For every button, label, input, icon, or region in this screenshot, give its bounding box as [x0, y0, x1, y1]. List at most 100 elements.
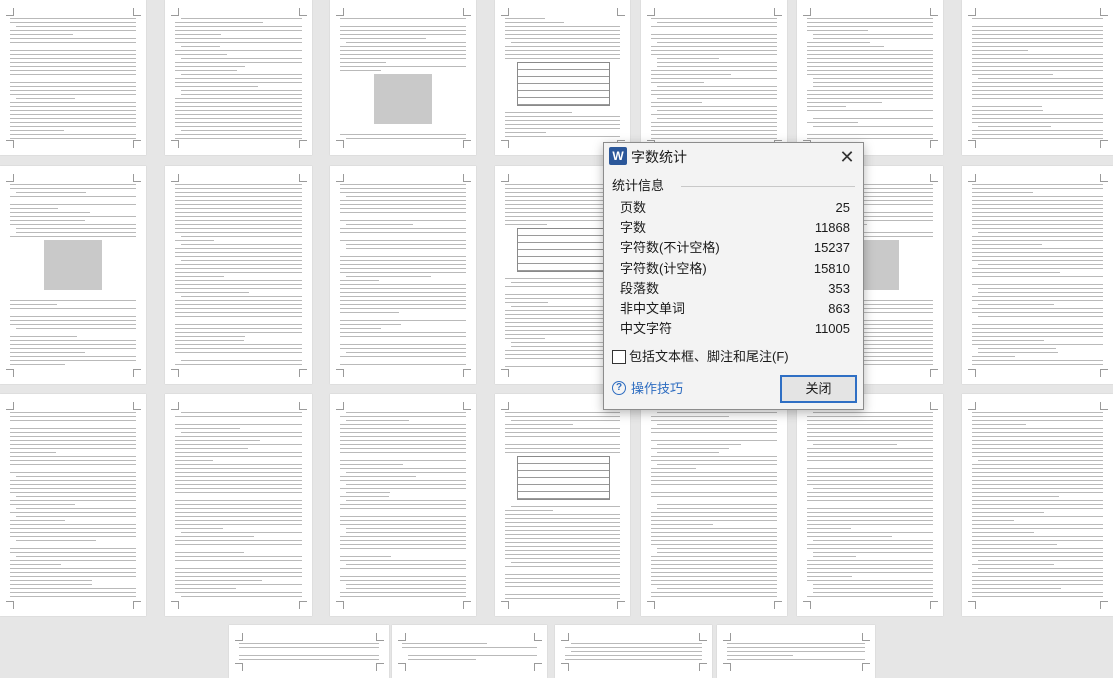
- close-button[interactable]: 关闭: [780, 375, 857, 403]
- crop-mark: [336, 369, 344, 377]
- text-line: [972, 248, 1103, 249]
- page-thumbnail[interactable]: [392, 625, 547, 678]
- text-line: [978, 348, 1056, 349]
- page-thumbnail[interactable]: [165, 166, 312, 384]
- text-line: [175, 460, 213, 461]
- page-thumbnail[interactable]: [495, 394, 630, 616]
- text-line: [807, 476, 933, 477]
- text-line: [651, 90, 777, 91]
- page-thumbnail[interactable]: [555, 625, 712, 678]
- text-line: [972, 464, 1103, 465]
- text-line: [978, 288, 1103, 289]
- page-thumbnail[interactable]: [0, 0, 146, 155]
- crop-mark: [463, 8, 471, 16]
- page-thumbnail[interactable]: [330, 394, 476, 616]
- page-thumbnail[interactable]: [229, 625, 389, 678]
- page-thumbnail[interactable]: [962, 0, 1113, 155]
- text-line: [972, 252, 1103, 253]
- text-line: [10, 188, 136, 189]
- text-line: [807, 110, 933, 111]
- tips-link[interactable]: ? 操作技巧: [612, 380, 683, 398]
- text-line: [340, 364, 466, 365]
- page-thumbnail[interactable]: [797, 0, 943, 155]
- text-line: [340, 280, 379, 281]
- page-thumbnail[interactable]: [641, 0, 787, 155]
- text-line: [10, 74, 136, 75]
- crop-mark: [398, 633, 406, 641]
- crop-mark: [968, 8, 976, 16]
- text-line: [175, 352, 302, 353]
- text-line: [340, 504, 466, 505]
- crop-mark: [336, 601, 344, 609]
- text-line: [175, 464, 302, 465]
- text-line: [10, 520, 65, 521]
- text-line: [807, 30, 868, 31]
- text-line: [807, 448, 933, 449]
- page-thumbnail[interactable]: [962, 394, 1113, 616]
- text-line: [10, 492, 136, 493]
- text-line: [972, 240, 1103, 241]
- stat-value: 25: [835, 200, 850, 215]
- stat-row-chinese-chars: 中文字符 11005: [620, 319, 850, 339]
- page-thumbnail[interactable]: [0, 166, 146, 384]
- text-line: [10, 82, 136, 83]
- text-line: [346, 492, 390, 493]
- document-thumbnail-view[interactable]: [0, 0, 1113, 678]
- text-line: [651, 122, 777, 123]
- text-line: [175, 268, 302, 269]
- text-line: [16, 192, 86, 193]
- page-thumbnail[interactable]: [641, 394, 787, 616]
- page-thumbnail[interactable]: [797, 394, 943, 616]
- text-line: [505, 598, 620, 599]
- stat-value: 11005: [814, 321, 850, 337]
- crop-mark: [930, 8, 938, 16]
- text-line: [972, 540, 1103, 541]
- text-line: [972, 584, 1103, 585]
- page-thumbnail[interactable]: [165, 0, 312, 155]
- crop-mark: [501, 601, 509, 609]
- text-line: [505, 542, 620, 543]
- close-icon[interactable]: ✕: [835, 145, 859, 169]
- text-line: [505, 338, 545, 339]
- text-line: [175, 114, 302, 115]
- page-thumbnail[interactable]: [717, 625, 875, 678]
- text-line: [972, 90, 1103, 91]
- page-thumbnail[interactable]: [330, 0, 476, 155]
- text-line: [972, 204, 1103, 205]
- text-line: [651, 54, 777, 55]
- text-line: [972, 524, 1103, 525]
- text-line: [651, 560, 777, 561]
- text-line: [16, 228, 136, 229]
- text-line: [10, 484, 136, 485]
- page-thumbnail[interactable]: [0, 394, 146, 616]
- crop-mark: [1100, 174, 1108, 182]
- text-line: [340, 232, 466, 233]
- page-thumbnail[interactable]: [165, 394, 312, 616]
- text-line: [340, 220, 466, 221]
- text-line: [181, 130, 302, 131]
- include-textboxes-checkbox[interactable]: [612, 350, 626, 364]
- text-line: [10, 560, 136, 561]
- text-line: [505, 530, 620, 531]
- text-line: [175, 348, 302, 349]
- crop-mark: [774, 8, 782, 16]
- text-line: [972, 192, 1033, 193]
- crop-mark: [376, 663, 384, 671]
- include-textboxes-label[interactable]: 包括文本框、脚注和尾注(F): [629, 348, 789, 366]
- text-line: [10, 564, 61, 565]
- text-line: [175, 86, 258, 87]
- text-line: [346, 412, 466, 413]
- text-line: [10, 528, 136, 529]
- dialog-titlebar[interactable]: W 字数统计 ✕: [604, 143, 863, 173]
- include-textboxes-checkbox-row[interactable]: 包括文本框、脚注和尾注(F): [612, 348, 789, 366]
- text-line: [972, 432, 1103, 433]
- page-thumbnail[interactable]: [330, 166, 476, 384]
- text-line: [181, 74, 302, 75]
- tips-label[interactable]: 操作技巧: [631, 380, 683, 398]
- crop-mark: [336, 8, 344, 16]
- text-line: [10, 336, 77, 337]
- page-thumbnail[interactable]: [962, 166, 1113, 384]
- page-thumbnail[interactable]: [495, 0, 630, 155]
- text-line: [807, 452, 933, 453]
- text-line: [972, 508, 1103, 509]
